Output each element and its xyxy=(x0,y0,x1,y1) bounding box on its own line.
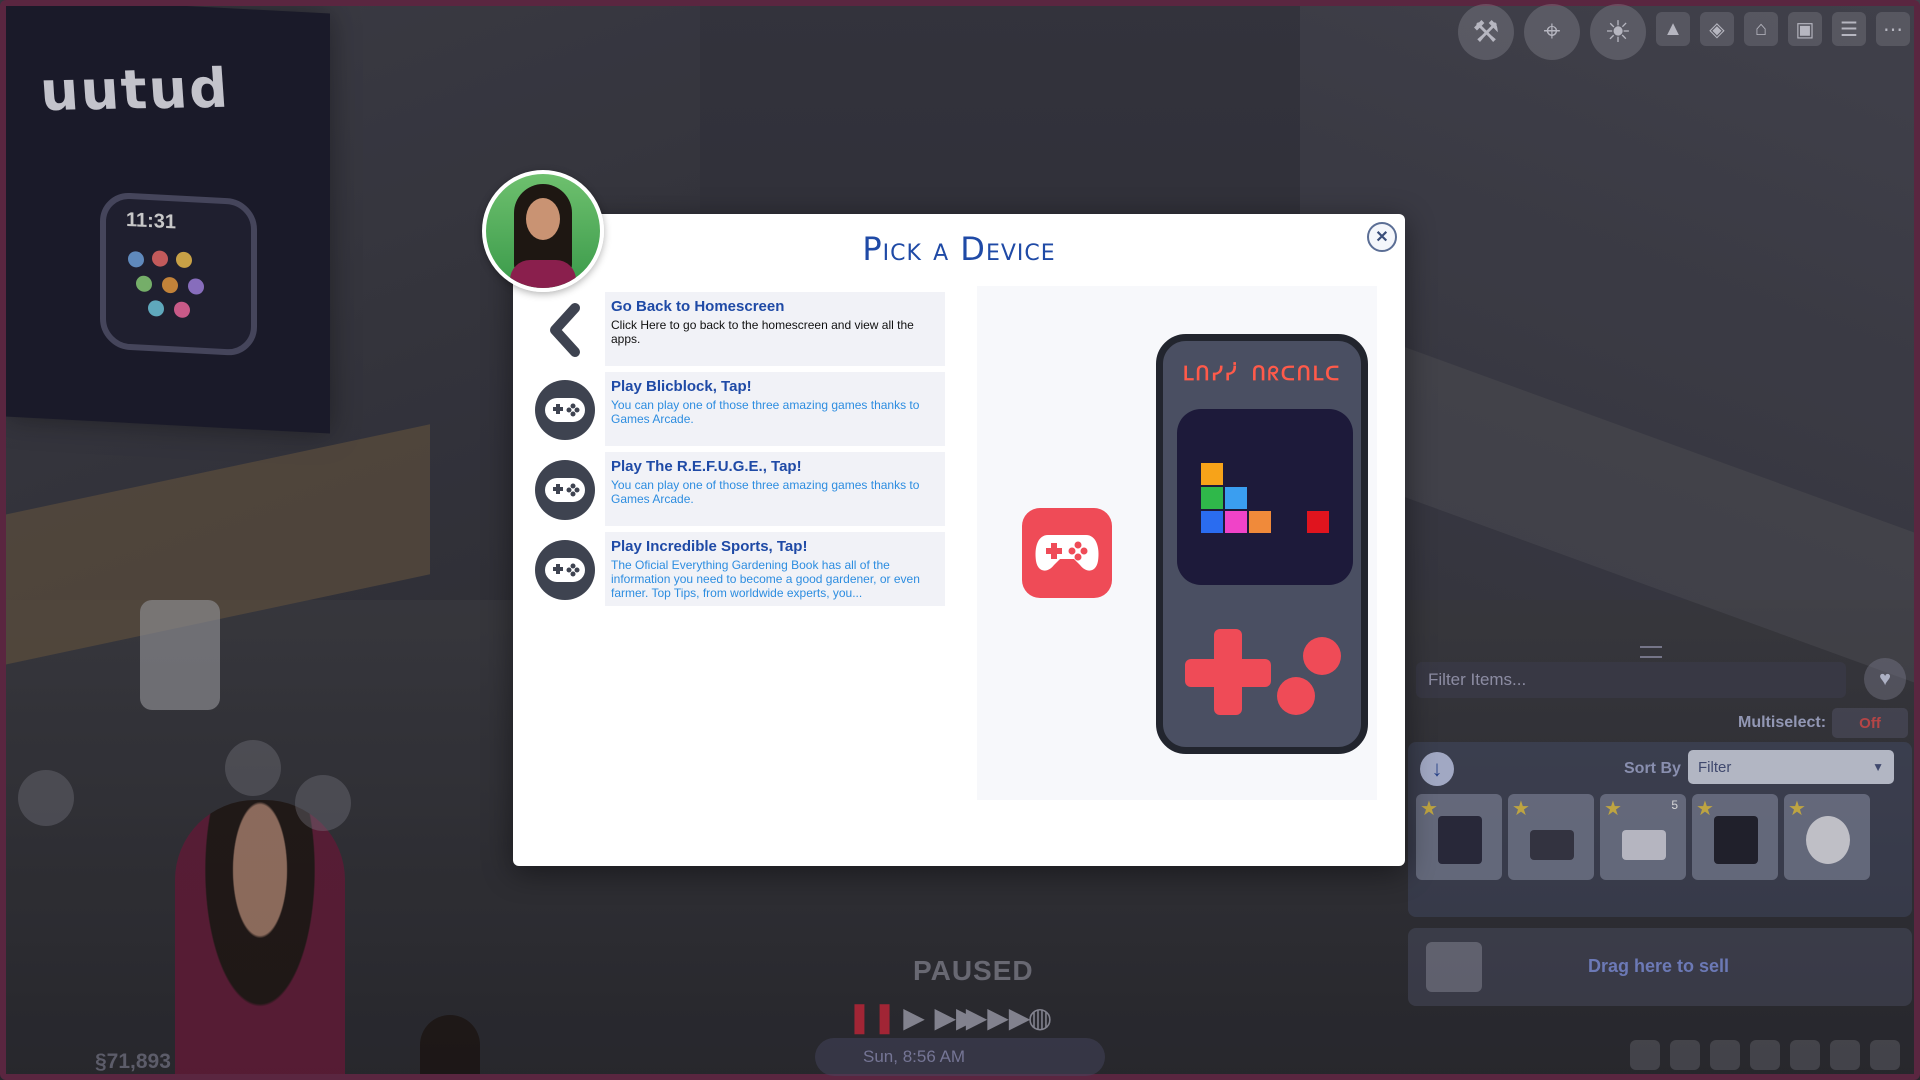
option-play-blicblock[interactable]: Play Blicblock, Tap! You can play one of… xyxy=(535,372,955,446)
back-chevron-icon xyxy=(535,300,595,360)
gamepad-app-icon xyxy=(1022,508,1112,598)
device-screen xyxy=(1177,409,1353,585)
b-button-icon xyxy=(1277,677,1315,715)
option-title: Play Incredible Sports, Tap! xyxy=(611,538,808,555)
sim-avatar xyxy=(482,170,604,292)
option-description: You can play one of those three amazing … xyxy=(611,398,920,426)
a-button-icon xyxy=(1303,637,1341,675)
option-description: You can play one of those three amazing … xyxy=(611,478,920,506)
pick-device-dialog: Pick a Device ✕ Go Back to Homescreen Cl… xyxy=(513,214,1405,866)
device-title: ᒪᑎᓯᓰ ᑎᖇᑕᑎᒪᑕ xyxy=(1182,363,1342,385)
option-play-refuge[interactable]: Play The R.E.F.U.G.E., Tap! You can play… xyxy=(535,452,955,526)
dialog-title: Pick a Device xyxy=(862,230,1056,268)
option-description: Click Here to go back to the homescreen … xyxy=(611,318,914,346)
option-title: Play The R.E.F.U.G.E., Tap! xyxy=(611,458,802,475)
option-go-back[interactable]: Go Back to Homescreen Click Here to go b… xyxy=(535,292,955,366)
option-title: Play Blicblock, Tap! xyxy=(611,378,752,395)
device-options-list: Go Back to Homescreen Click Here to go b… xyxy=(535,292,955,612)
gamepad-icon xyxy=(535,380,595,440)
handheld-device-illustration: ᒪᑎᓯᓰ ᑎᖇᑕᑎᒪᑕ xyxy=(1156,334,1368,754)
option-description: The Oficial Everything Gardening Book ha… xyxy=(611,558,920,600)
device-preview: ᒪᑎᓯᓰ ᑎᖇᑕᑎᒪᑕ xyxy=(977,286,1377,800)
close-icon[interactable]: ✕ xyxy=(1367,222,1397,252)
option-play-incredible-sports[interactable]: Play Incredible Sports, Tap! The Oficial… xyxy=(535,532,955,606)
gamepad-icon xyxy=(535,460,595,520)
gamepad-icon xyxy=(535,540,595,600)
option-title: Go Back to Homescreen xyxy=(611,298,785,315)
